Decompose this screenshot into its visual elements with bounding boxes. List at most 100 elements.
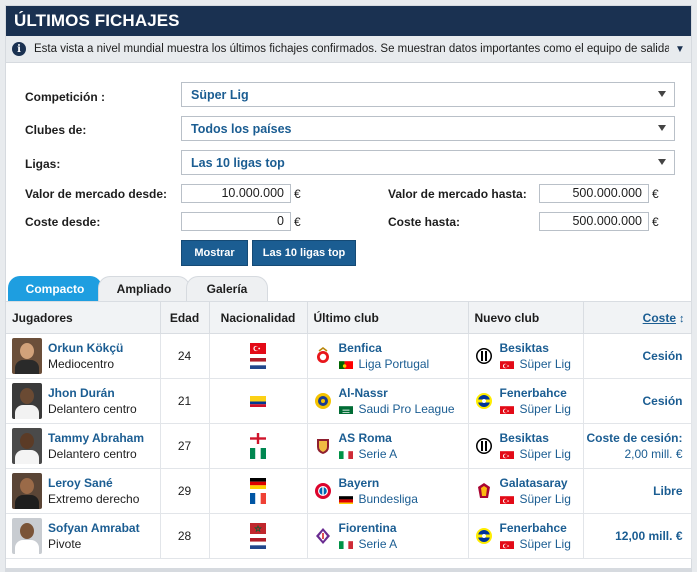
tab-galeria[interactable]: Galería <box>186 276 268 301</box>
table-row: Jhon Durán Delantero centro 21 Al-Nassr … <box>6 378 692 424</box>
header-cost[interactable]: Coste ↕ <box>583 301 692 334</box>
besiktas-crest-icon[interactable] <box>475 347 493 365</box>
last-club-cell: Al-Nassr Saudi Pro League <box>307 378 469 424</box>
flag-saudi-icon <box>338 404 353 414</box>
last-club-link[interactable]: Benfica <box>339 340 430 356</box>
last-club-link[interactable]: Al-Nassr <box>339 385 455 401</box>
table-row: Leroy Sané Extremo derecho 29 Bayern Bun… <box>6 468 692 514</box>
cost-from-input[interactable]: 0 <box>181 212 291 231</box>
show-button[interactable]: Mostrar <box>181 240 248 266</box>
player-age: 28 <box>160 513 210 559</box>
new-club-league-link[interactable]: Süper Lig <box>520 401 571 417</box>
info-bar[interactable]: i Esta vista a nivel mundial muestra los… <box>6 36 691 63</box>
top10-leagues-button[interactable]: Las 10 ligas top <box>252 240 356 266</box>
cost-sort-link[interactable]: Coste <box>643 311 676 325</box>
new-club-league-link[interactable]: Süper Lig <box>520 536 571 552</box>
competition-label: Competición : <box>25 90 105 104</box>
player-age: 24 <box>160 333 210 379</box>
last-club-cell: Benfica Liga Portugal <box>307 333 469 379</box>
last-club-league-link[interactable]: Serie A <box>359 446 398 462</box>
player-position: Pivote <box>48 537 82 551</box>
filters-panel: Competición : Süper Lig Clubes de: Todos… <box>6 63 691 276</box>
flag-portugal-icon <box>338 359 353 369</box>
besiktas-crest-icon[interactable] <box>475 437 493 455</box>
player-name-link[interactable]: Orkun Kökçü <box>48 340 123 356</box>
currency-symbol: € <box>294 187 301 201</box>
fenerbahce-crest-icon[interactable] <box>475 392 493 410</box>
cost-to-input[interactable]: 500.000.000 <box>539 212 649 231</box>
galatasaray-crest-icon[interactable] <box>475 482 493 500</box>
last-club-link[interactable]: AS Roma <box>339 430 398 446</box>
tab-compacto[interactable]: Compacto <box>8 276 102 301</box>
new-club-link[interactable]: Fenerbahce <box>500 520 571 536</box>
player-avatar[interactable] <box>12 338 42 374</box>
competition-select[interactable]: Süper Lig <box>181 82 675 107</box>
alnassr-crest-icon[interactable] <box>314 392 332 410</box>
transfer-fee-amount[interactable]: 2,00 mill. € <box>584 446 682 462</box>
benfica-crest-icon[interactable] <box>314 347 332 365</box>
fenerbahce-crest-icon[interactable] <box>475 527 493 545</box>
new-club-league-link[interactable]: Süper Lig <box>520 446 571 462</box>
player-name-link[interactable]: Tammy Abraham <box>48 430 144 446</box>
header-players: Jugadores <box>6 301 161 334</box>
player-avatar[interactable] <box>12 473 42 509</box>
new-club-league-link[interactable]: Süper Lig <box>520 356 571 372</box>
sort-icon[interactable]: ↕ <box>679 313 685 325</box>
clubs-select[interactable]: Todos los países <box>181 116 675 141</box>
player-age: 21 <box>160 378 210 424</box>
new-club-cell: Fenerbahce Süper Lig <box>468 513 584 559</box>
currency-symbol: € <box>652 187 659 201</box>
new-club-cell: Besiktas Süper Lig <box>468 423 584 469</box>
transfer-fee-link[interactable]: Cesión <box>584 348 682 364</box>
last-club-link[interactable]: Bayern <box>339 475 418 491</box>
flag-germany-icon <box>250 478 266 489</box>
table-header-row: Jugadores Edad Nacionalidad Último club … <box>6 301 692 334</box>
market-value-from-input[interactable]: 10.000.000 <box>181 184 291 203</box>
new-club-link[interactable]: Fenerbahce <box>500 385 571 401</box>
cost-from-label: Coste desde: <box>25 215 101 229</box>
bayern-crest-icon[interactable] <box>314 482 332 500</box>
last-club-link[interactable]: Fiorentina <box>339 520 398 536</box>
flag-france-icon <box>250 493 266 504</box>
player-name-link[interactable]: Leroy Sané <box>48 475 139 491</box>
market-value-to-input[interactable]: 500.000.000 <box>539 184 649 203</box>
tab-ampliado[interactable]: Ampliado <box>98 276 190 301</box>
transfer-fee-link[interactable]: Cesión <box>584 393 682 409</box>
last-club-league-link[interactable]: Bundesliga <box>359 491 418 507</box>
flag-nigeria-icon <box>250 448 266 459</box>
player-avatar[interactable] <box>12 383 42 419</box>
player-name-link[interactable]: Sofyan Amrabat <box>48 520 140 536</box>
info-icon: i <box>12 42 26 56</box>
flag-turkey-icon <box>499 359 514 369</box>
flag-england-icon <box>250 433 266 444</box>
transfer-fee-link[interactable]: Coste de cesión: <box>584 430 682 446</box>
transfer-fee-link[interactable]: Libre <box>584 483 682 499</box>
last-club-league-link[interactable]: Serie A <box>359 536 398 552</box>
info-text: Esta vista a nivel mundial muestra los ú… <box>34 43 669 55</box>
new-club-league-link[interactable]: Süper Lig <box>520 491 571 507</box>
transfers-table: Jugadores Edad Nacionalidad Último club … <box>6 301 692 559</box>
chevron-down-icon[interactable]: ▼ <box>669 44 691 55</box>
new-club-cell: Fenerbahce Süper Lig <box>468 378 584 424</box>
competition-value: Süper Lig <box>191 87 249 102</box>
new-club-link[interactable]: Besiktas <box>500 340 571 356</box>
cost-cell: Coste de cesión: 2,00 mill. € <box>583 423 692 469</box>
new-club-link[interactable]: Galatasaray <box>500 475 571 491</box>
leagues-select[interactable]: Las 10 ligas top <box>181 150 675 175</box>
last-club-league-link[interactable]: Liga Portugal <box>359 356 430 372</box>
flag-turkey-icon <box>499 404 514 414</box>
fiorentina-crest-icon[interactable] <box>314 527 332 545</box>
flag-turkey-icon <box>250 343 266 354</box>
player-name-link[interactable]: Jhon Durán <box>48 385 137 401</box>
market-value-to-label: Valor de mercado hasta: <box>388 187 527 201</box>
last-club-cell: Fiorentina Serie A <box>307 513 469 559</box>
last-club-league-link[interactable]: Saudi Pro League <box>359 401 455 417</box>
roma-crest-icon[interactable] <box>314 437 332 455</box>
player-avatar[interactable] <box>12 428 42 464</box>
last-club-cell: AS Roma Serie A <box>307 423 469 469</box>
new-club-link[interactable]: Besiktas <box>500 430 571 446</box>
player-age: 29 <box>160 468 210 514</box>
transfer-fee-link[interactable]: 12,00 mill. € <box>584 528 682 544</box>
clubs-label: Clubes de: <box>25 123 87 137</box>
player-avatar[interactable] <box>12 518 42 554</box>
